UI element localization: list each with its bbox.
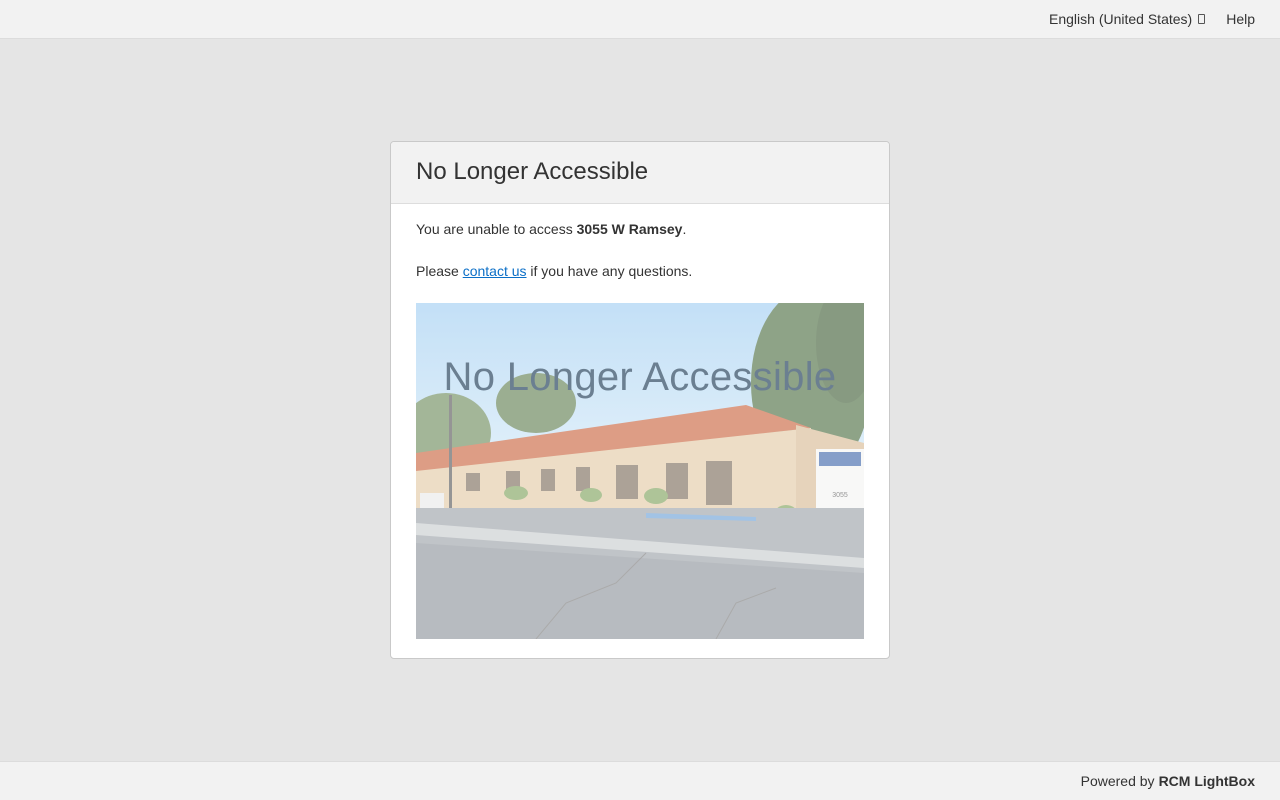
access-message-suffix: . [682,221,687,237]
powered-by-label: Powered by [1080,773,1155,789]
access-message-prefix: You are unable to access [416,221,577,237]
external-link-icon [1198,14,1206,24]
language-label: English (United States) [1049,11,1193,27]
brand-name: RCM LightBox [1158,773,1255,789]
access-message: You are unable to access 3055 W Ramsey. [416,220,864,238]
property-name: 3055 W Ramsey [576,221,683,237]
page-title: No Longer Accessible [416,158,649,185]
photo-overlay-text: No Longer Accessible [443,355,837,399]
access-card: No Longer Accessible You are unable to a… [390,141,890,659]
contact-suffix: if you have any questions. [526,263,693,279]
footer: Powered by RCM LightBox [0,761,1280,800]
help-link[interactable]: Help [1226,11,1255,27]
contact-message: Please contact us if you have any questi… [416,262,864,280]
contact-prefix: Please [416,263,463,279]
language-selector[interactable]: English (United States) [1049,11,1206,27]
top-bar: English (United States) Help [0,0,1280,39]
card-header: No Longer Accessible [391,142,889,204]
contact-us-link[interactable]: contact us [463,263,527,279]
card-body: You are unable to access 3055 W Ramsey. … [391,204,889,639]
property-photo: 3055 No Longer Accessible [416,303,864,639]
